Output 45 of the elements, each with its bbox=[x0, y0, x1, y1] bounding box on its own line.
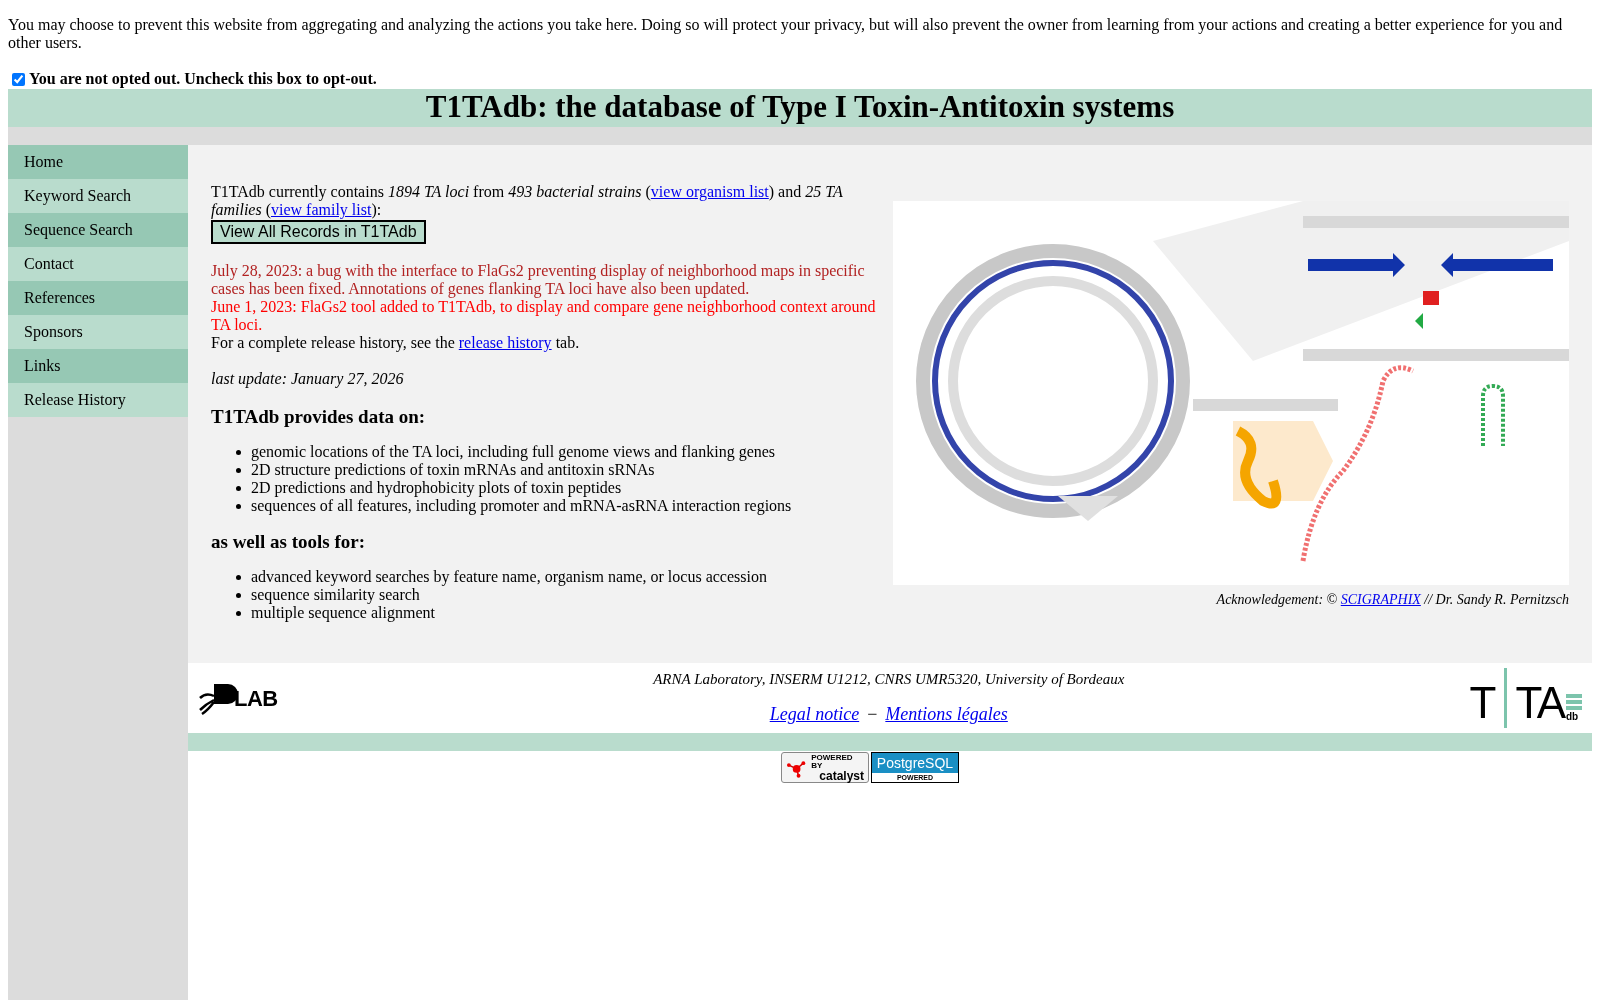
nav-item[interactable]: Links bbox=[8, 349, 188, 383]
news-item: July 28, 2023: a bug with the interface to FlaGs2 preventing display of neighborhood maps in specific cases has been fixed. Annotations of genes flanking TA loci have also been updated. bbox=[211, 262, 866, 298]
list-item: 2D structure predictions of toxin mRNAs and antitoxin sRNAs bbox=[251, 461, 655, 479]
footer-link[interactable]: Legal notice bbox=[769, 700, 860, 728]
list-item: 2D predictions and hydrophobicity plots of toxin peptides bbox=[251, 479, 622, 497]
section-heading: as well as tools for: bbox=[211, 533, 367, 551]
news-item: June 1, 2023: FlaGs2 tool added to T1TAdb, to display and compare gene neighborhood context around TA loci. bbox=[211, 298, 877, 334]
list-item: sequence similarity search bbox=[251, 586, 420, 604]
bullet-icon bbox=[236, 610, 241, 616]
affiliation-text: ARNA Laboratory, INSERM U1212, CNRS UMR5320, University of Bordeaux bbox=[653, 670, 1125, 690]
nav-item[interactable]: Keyword Search bbox=[8, 179, 188, 213]
separator-text: − bbox=[867, 702, 878, 726]
section-heading: T1TAdb provides data on: bbox=[211, 408, 427, 426]
opt-out-checkbox[interactable] bbox=[12, 72, 25, 86]
nav-item[interactable]: References bbox=[8, 281, 188, 315]
nav-item[interactable]: Sponsors bbox=[8, 315, 188, 349]
database-logo: T TAdb bbox=[1469, 668, 1582, 728]
bullet-icon bbox=[236, 449, 241, 455]
list-item: advanced keyword searches by feature name, organism name, or locus accession bbox=[251, 568, 767, 586]
list-item: genomic locations of the TA loci, including full genome views and flanking genes bbox=[251, 443, 776, 461]
figure-acknowledgement: Acknowledgement: © SCIGRAPHIX // Dr. Sandy R. Pernitzsch bbox=[1216, 591, 1569, 609]
catalyst-badge[interactable]: POWERED BY catalyst bbox=[781, 752, 869, 783]
bullet-icon bbox=[236, 485, 241, 491]
footer-link[interactable]: Mentions légales bbox=[885, 700, 1008, 728]
last-update: last update: January 27, 2026 bbox=[211, 370, 405, 388]
nav-item[interactable]: Contact bbox=[8, 247, 188, 281]
bullet-icon bbox=[236, 467, 241, 473]
list-item: sequences of all features, including promoter and mRNA-asRNA interaction regions bbox=[251, 497, 792, 515]
release-note: For a complete release history, see the release history tab. bbox=[211, 334, 581, 352]
bullet-icon bbox=[236, 574, 241, 580]
nav-item[interactable]: Home bbox=[8, 145, 188, 179]
intro-text: T1TAdb currently contains 1894 TA loci from 493 bacterial strains (view organism list) and 25 TA families (view family list): bbox=[211, 183, 844, 219]
opt-out-label: You are not opted out. Uncheck this box to opt-out. bbox=[29, 69, 377, 90]
intro-link[interactable]: view family list bbox=[271, 201, 372, 218]
list-item: multiple sequence alignment bbox=[251, 604, 435, 622]
page-title[interactable]: T1TAdb: the database of Type I Toxin-Antitoxin systems bbox=[8, 89, 1592, 127]
acknowledgement-link[interactable]: SCIGRAPHIX bbox=[1340, 592, 1421, 607]
release-history-link[interactable]: release history bbox=[458, 334, 552, 351]
bullet-icon bbox=[236, 592, 241, 598]
bullet-icon bbox=[236, 503, 241, 509]
view-records-button[interactable]: View All Records in T1TAdb bbox=[211, 220, 426, 244]
nav-item[interactable]: Sequence Search bbox=[8, 213, 188, 247]
intro-link[interactable]: view organism list bbox=[650, 183, 769, 200]
privacy-notice: You may choose to prevent this website from aggregating and analyzing the actions you take here. Doing so will protect your privacy, but will also prevent the owner from learning from your actions and creating a better experience for you and other users. bbox=[8, 15, 1564, 52]
nav-item[interactable]: Release History bbox=[8, 383, 188, 417]
